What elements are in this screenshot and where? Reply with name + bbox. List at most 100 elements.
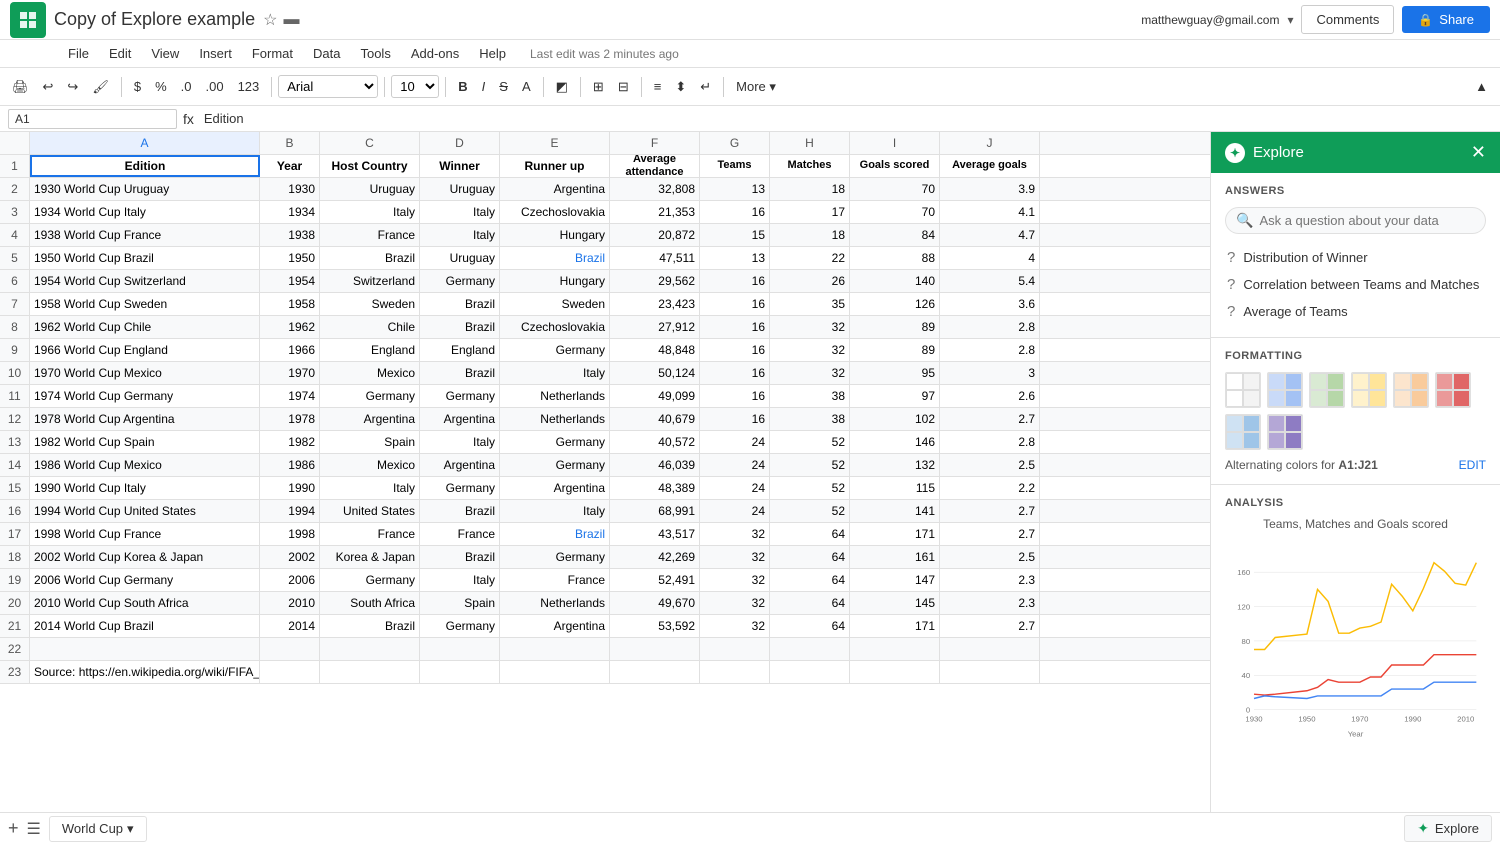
- cell-D21[interactable]: Germany: [420, 615, 500, 637]
- cell-B20[interactable]: 2010: [260, 592, 320, 614]
- cell-F7[interactable]: 23,423: [610, 293, 700, 315]
- row-number[interactable]: 7: [0, 293, 30, 315]
- menu-data[interactable]: Data: [305, 44, 348, 63]
- row-number[interactable]: 17: [0, 523, 30, 545]
- sheet-tab-dropdown[interactable]: ▾: [127, 821, 134, 837]
- cell-J2[interactable]: 3.9: [940, 178, 1040, 200]
- cell-F20[interactable]: 49,670: [610, 592, 700, 614]
- cell-F13[interactable]: 40,572: [610, 431, 700, 453]
- cell-D10[interactable]: Brazil: [420, 362, 500, 384]
- undo-button[interactable]: ↩: [37, 75, 60, 99]
- cell-I17[interactable]: 171: [850, 523, 940, 545]
- format-swatch-7[interactable]: [1267, 414, 1303, 450]
- folder-icon[interactable]: ▬: [283, 11, 299, 29]
- cell-I12[interactable]: 102: [850, 408, 940, 430]
- cell-J23[interactable]: [940, 661, 1040, 683]
- cell-F4[interactable]: 20,872: [610, 224, 700, 246]
- cell-I18[interactable]: 161: [850, 546, 940, 568]
- cell-D18[interactable]: Brazil: [420, 546, 500, 568]
- user-dropdown-icon[interactable]: ▾: [1287, 13, 1293, 27]
- cell-B8[interactable]: 1962: [260, 316, 320, 338]
- cell-D2[interactable]: Uruguay: [420, 178, 500, 200]
- cell-E19[interactable]: France: [500, 569, 610, 591]
- cell-H23[interactable]: [770, 661, 850, 683]
- cell-E8[interactable]: Czechoslovakia: [500, 316, 610, 338]
- add-sheet-button[interactable]: +: [8, 818, 19, 839]
- col-header-J[interactable]: J: [940, 132, 1040, 154]
- text-color-button[interactable]: A: [516, 75, 537, 98]
- menu-tools[interactable]: Tools: [352, 44, 398, 63]
- menu-insert[interactable]: Insert: [191, 44, 240, 63]
- row-number[interactable]: 16: [0, 500, 30, 522]
- cell-G17[interactable]: 32: [700, 523, 770, 545]
- answer-item-average[interactable]: ? Average of Teams: [1225, 298, 1486, 325]
- cell-A14[interactable]: 1986 World Cup Mexico: [30, 454, 260, 476]
- cell-C3[interactable]: Italy: [320, 201, 420, 223]
- cell-B22[interactable]: [260, 638, 320, 660]
- cell-J11[interactable]: 2.6: [940, 385, 1040, 407]
- cell-I5[interactable]: 88: [850, 247, 940, 269]
- cell-J4[interactable]: 4.7: [940, 224, 1040, 246]
- cell-G22[interactable]: [700, 638, 770, 660]
- answer-item-distribution[interactable]: ? Distribution of Winner: [1225, 244, 1486, 271]
- cell-A3[interactable]: 1934 World Cup Italy: [30, 201, 260, 223]
- cell-B17[interactable]: 1998: [260, 523, 320, 545]
- cell-E14[interactable]: Germany: [500, 454, 610, 476]
- explore-bottom-button[interactable]: ✦ Explore: [1404, 815, 1492, 842]
- cell-A2[interactable]: 1930 World Cup Uruguay: [30, 178, 260, 200]
- cell-J3[interactable]: 4.1: [940, 201, 1040, 223]
- row-number[interactable]: 20: [0, 592, 30, 614]
- cell-H11[interactable]: 38: [770, 385, 850, 407]
- cell-G9[interactable]: 16: [700, 339, 770, 361]
- cell-I2[interactable]: 70: [850, 178, 940, 200]
- cell-D9[interactable]: England: [420, 339, 500, 361]
- cell-D17[interactable]: France: [420, 523, 500, 545]
- row-number[interactable]: 3: [0, 201, 30, 223]
- col-header-C[interactable]: C: [320, 132, 420, 154]
- cell-C2[interactable]: Uruguay: [320, 178, 420, 200]
- align-vertical-button[interactable]: ⬍: [669, 75, 692, 99]
- paint-format-button[interactable]: 🖌: [86, 75, 115, 99]
- format-percent-button[interactable]: %: [149, 75, 173, 98]
- cell-H6[interactable]: 26: [770, 270, 850, 292]
- cell-J22[interactable]: [940, 638, 1040, 660]
- cell-C7[interactable]: Sweden: [320, 293, 420, 315]
- cell-B11[interactable]: 1974: [260, 385, 320, 407]
- align-left-button[interactable]: ≡: [648, 75, 668, 98]
- cell-E11[interactable]: Netherlands: [500, 385, 610, 407]
- row-number[interactable]: 2: [0, 178, 30, 200]
- more-button[interactable]: More ▾: [730, 75, 782, 99]
- cell-A16[interactable]: 1994 World Cup United States: [30, 500, 260, 522]
- cell-D8[interactable]: Brazil: [420, 316, 500, 338]
- cell-D22[interactable]: [420, 638, 500, 660]
- cell-J13[interactable]: 2.8: [940, 431, 1040, 453]
- format-number-button[interactable]: 123: [232, 75, 266, 98]
- cell-C9[interactable]: England: [320, 339, 420, 361]
- explore-close-button[interactable]: ✕: [1471, 142, 1486, 163]
- cell-E16[interactable]: Italy: [500, 500, 610, 522]
- menu-help[interactable]: Help: [471, 44, 514, 63]
- print-button[interactable]: 🖨: [6, 75, 35, 99]
- col-header-D[interactable]: D: [420, 132, 500, 154]
- cell-H12[interactable]: 38: [770, 408, 850, 430]
- cell-D13[interactable]: Italy: [420, 431, 500, 453]
- cell-D14[interactable]: Argentina: [420, 454, 500, 476]
- row-number[interactable]: 15: [0, 477, 30, 499]
- comments-button[interactable]: Comments: [1301, 5, 1394, 34]
- cell-I7[interactable]: 126: [850, 293, 940, 315]
- italic-button[interactable]: I: [476, 75, 492, 98]
- cell-A19[interactable]: 2006 World Cup Germany: [30, 569, 260, 591]
- cell-G11[interactable]: 16: [700, 385, 770, 407]
- cell-G12[interactable]: 16: [700, 408, 770, 430]
- cell-G10[interactable]: 16: [700, 362, 770, 384]
- search-box[interactable]: 🔍: [1225, 207, 1486, 234]
- cell-C22[interactable]: [320, 638, 420, 660]
- cell-D1[interactable]: Winner: [420, 155, 500, 177]
- cell-G4[interactable]: 15: [700, 224, 770, 246]
- cell-D11[interactable]: Germany: [420, 385, 500, 407]
- cell-H10[interactable]: 32: [770, 362, 850, 384]
- bold-button[interactable]: B: [452, 75, 473, 98]
- cell-H19[interactable]: 64: [770, 569, 850, 591]
- cell-I9[interactable]: 89: [850, 339, 940, 361]
- sheet-menu-button[interactable]: ☰: [27, 819, 41, 839]
